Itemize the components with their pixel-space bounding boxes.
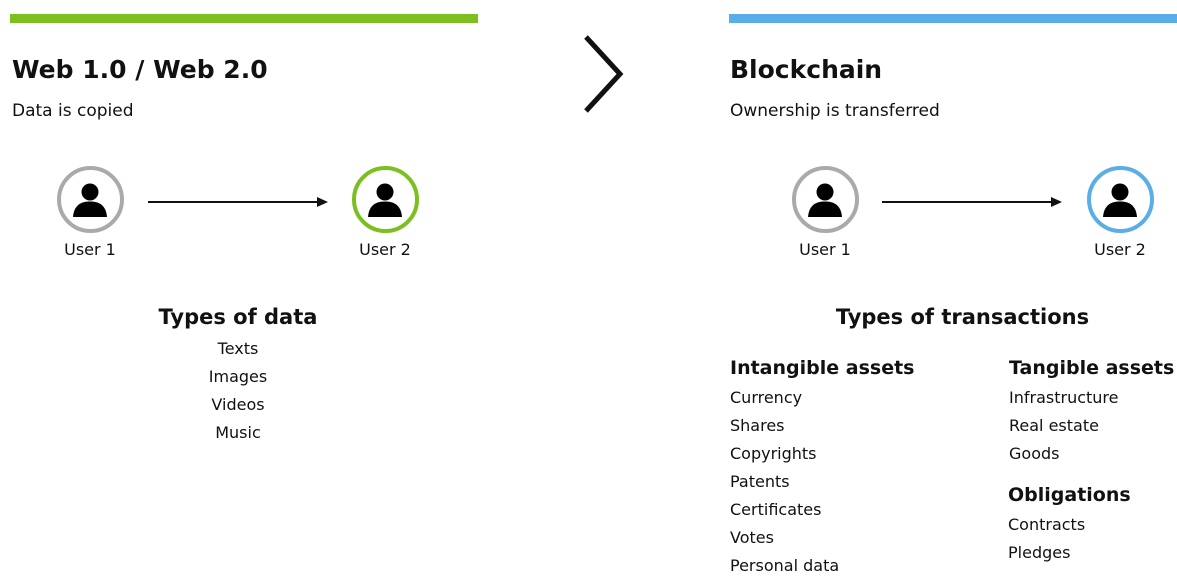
- blockchain-types-title: Types of transactions: [835, 305, 1090, 329]
- list-item: Personal data: [730, 556, 840, 575]
- obligations-list: Contracts Pledges: [1008, 511, 1085, 567]
- tangible-assets-title: Tangible assets: [1009, 357, 1175, 379]
- web-title: Web 1.0 / Web 2.0: [12, 55, 268, 84]
- list-item: Contracts: [1008, 515, 1086, 534]
- list-item: Goods: [1009, 444, 1060, 463]
- person-icon: [1086, 166, 1154, 233]
- arrow-right-icon: [148, 196, 328, 208]
- person-icon: [791, 166, 859, 233]
- list-item: Infrastructure: [1009, 388, 1119, 407]
- list-item: Pledges: [1008, 543, 1071, 562]
- blockchain-subtitle: Ownership is transferred: [730, 101, 940, 121]
- blockchain-accent-bar: [729, 14, 1177, 23]
- list-item: Patents: [730, 472, 790, 491]
- web-subtitle: Data is copied: [12, 101, 134, 121]
- chevron-right-icon: [584, 35, 624, 113]
- blockchain-user-1-label: User 1: [799, 240, 851, 259]
- web-user-1-label: User 1: [64, 240, 116, 259]
- blockchain-title: Blockchain: [730, 55, 883, 84]
- person-icon: [56, 166, 124, 233]
- web-user-2: User 2: [345, 166, 425, 258]
- web-accent-bar: [10, 14, 478, 23]
- list-item: Copyrights: [730, 444, 817, 463]
- list-item: Currency: [730, 388, 803, 407]
- intangible-assets-title: Intangible assets: [730, 357, 915, 379]
- web-types-title: Types of data: [158, 305, 318, 329]
- list-item: Real estate: [1009, 416, 1099, 435]
- list-item: Videos: [211, 395, 265, 414]
- list-item: Certificates: [730, 500, 822, 519]
- web-user-2-label: User 2: [359, 240, 411, 259]
- obligations-title: Obligations: [1008, 484, 1131, 506]
- web-types-list: Texts Images Videos Music: [168, 335, 308, 447]
- person-icon: [351, 166, 419, 233]
- list-item: Shares: [730, 416, 785, 435]
- blockchain-user-1: User 1: [785, 166, 865, 258]
- list-item: Images: [208, 367, 268, 386]
- intangible-assets-list: Currency Shares Copyrights Patents Certi…: [730, 384, 839, 580]
- list-item: Votes: [730, 528, 774, 547]
- arrow-right-icon: [882, 196, 1062, 208]
- blockchain-user-2: User 2: [1080, 166, 1160, 258]
- blockchain-user-2-label: User 2: [1094, 240, 1146, 259]
- web-user-1: User 1: [50, 166, 130, 258]
- list-item: Music: [215, 423, 261, 442]
- list-item: Texts: [217, 339, 259, 358]
- tangible-assets-list: Infrastructure Real estate Goods: [1009, 384, 1118, 468]
